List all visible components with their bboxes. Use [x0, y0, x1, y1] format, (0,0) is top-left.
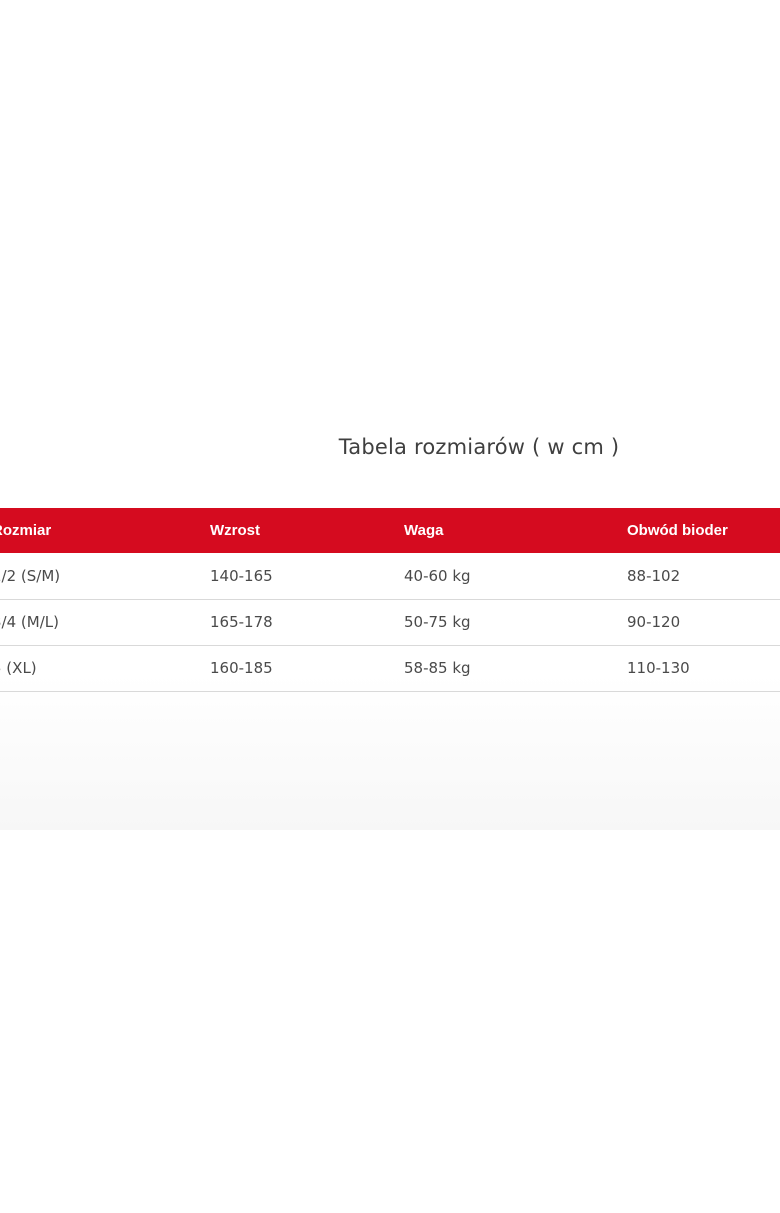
size-chart-title: Tabela rozmiarów ( w cm )	[338, 435, 620, 459]
header-size-label: Rozmiar	[0, 522, 52, 539]
cell-weight: 58-85 kg	[404, 659, 471, 677]
header-height: Wzrost	[210, 522, 260, 539]
cell-size: 3/4 (M/L)	[0, 599, 210, 645]
cell-height: 140-165	[210, 566, 273, 585]
cell-size-label: 5 (XL)	[0, 659, 37, 677]
table-row: 3/4 (M/L) 165-178 50-75 kg 90-120	[0, 599, 780, 645]
cell-weight: 50-75 kg	[404, 613, 471, 631]
header-weight: Waga	[404, 522, 444, 539]
cell-weight: 40-60 kg	[404, 566, 471, 585]
cell-size-label: 3/4 (M/L)	[0, 613, 59, 631]
cell-height: 160-185	[210, 659, 273, 677]
cell-hips: 88-102	[627, 566, 681, 585]
table-header-row: Rozmiar Wzrost Waga Obwód bioder	[0, 508, 780, 553]
cell-hips: 90-120	[627, 613, 681, 631]
table-row: 5 (XL) 160-185 58-85 kg 110-130	[0, 645, 780, 691]
header-hips: Obwód bioder	[627, 522, 728, 539]
cell-size: 1/2 (S/M)	[0, 553, 210, 599]
cell-height: 165-178	[210, 613, 273, 631]
table-body: 1/2 (S/M) 140-165 40-60 kg 88-102 3/4 (M…	[0, 553, 780, 691]
table-header: Rozmiar Wzrost Waga Obwód bioder	[0, 508, 780, 553]
table-row: 1/2 (S/M) 140-165 40-60 kg 88-102	[0, 553, 780, 599]
page: Tabela rozmiarów ( w cm ) Rozmiar Wzrost…	[0, 0, 780, 1213]
size-chart-table: Rozmiar Wzrost Waga Obwód bioder 1/2 (S/…	[0, 508, 780, 692]
header-size: Rozmiar	[0, 508, 210, 553]
cell-size: 5 (XL)	[0, 645, 210, 691]
cell-hips: 110-130	[627, 659, 690, 677]
cell-size-label: 1/2 (S/M)	[0, 566, 61, 585]
